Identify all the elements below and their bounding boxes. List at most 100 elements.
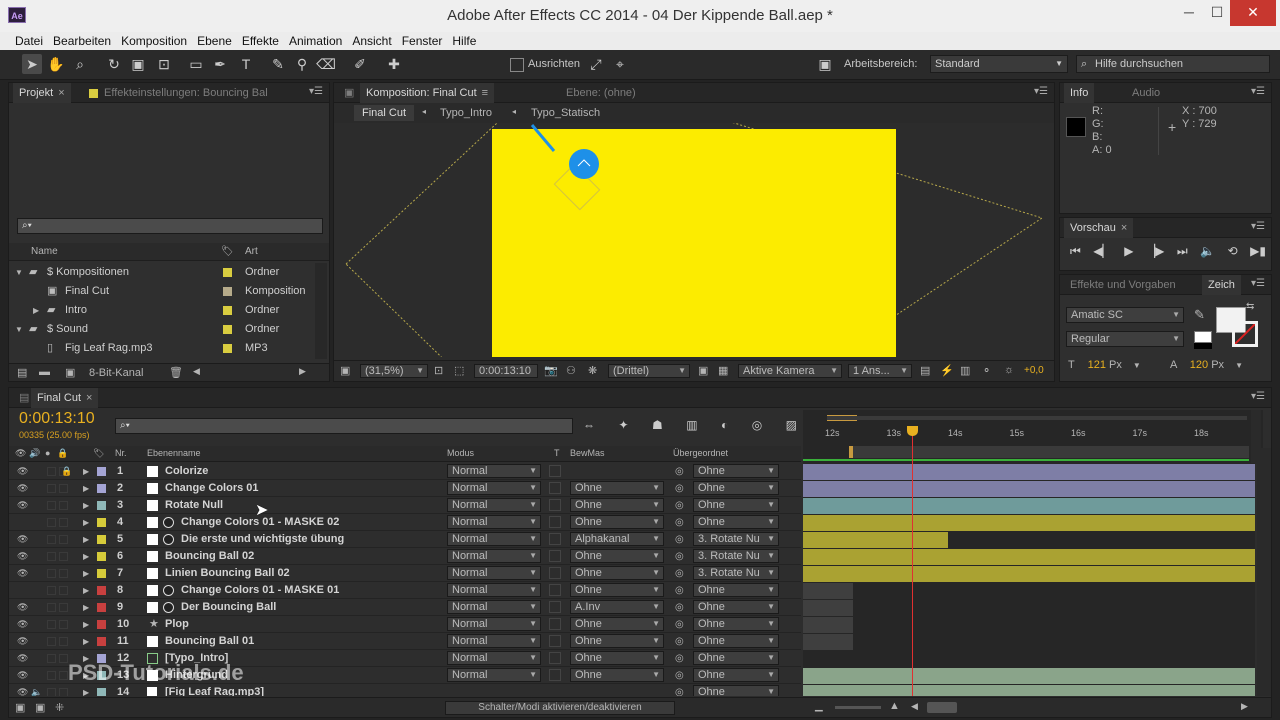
font-style-dropdown[interactable]: Regular ▼ [1066, 331, 1184, 347]
stroke-color-swatch[interactable] [1232, 321, 1258, 347]
menu-item-bearbeiten[interactable]: Bearbeiten [48, 32, 116, 50]
track-matte-dropdown[interactable]: Ohne ▼ [570, 583, 664, 597]
solo-toggle[interactable] [47, 535, 56, 544]
flowchart-icon[interactable]: ⚬ [982, 364, 991, 377]
preserve-transparency-toggle[interactable] [549, 533, 561, 545]
visibility-icon[interactable]: 👁 [17, 531, 28, 548]
mode-dropdown[interactable]: Normal ▼ [447, 600, 541, 614]
lock-icon[interactable]: 🔒 [57, 446, 68, 461]
region-of-interest-icon[interactable]: ▣ [698, 364, 708, 377]
audio-toggle-icon[interactable]: 🔊 [29, 446, 40, 461]
panel-menu-icon[interactable]: ▾☰ [1251, 391, 1265, 402]
visibility-icon[interactable]: 👁 [17, 650, 28, 667]
camera-dropdown[interactable]: Aktive Kamera ▼ [738, 364, 842, 378]
bouncing-ball[interactable] [569, 149, 599, 179]
fast-previews-icon[interactable]: ⚡ [940, 364, 954, 377]
eraser-tool-icon[interactable]: ⌫ [316, 54, 336, 74]
transparency-grid-icon[interactable]: ▦ [718, 364, 728, 377]
layer-duration-bar[interactable] [803, 549, 1255, 565]
solo-toggle[interactable] [47, 501, 56, 510]
views-dropdown[interactable]: 1 Ans... ▼ [848, 364, 912, 378]
fit-icon[interactable]: ⊡ [434, 364, 443, 377]
ram-preview-icon[interactable]: ▶▮ [1250, 244, 1266, 259]
project-item[interactable]: ▶ ▰ Intro Ordner [9, 301, 313, 320]
col-t[interactable]: T [554, 446, 560, 461]
label-swatch[interactable] [223, 268, 232, 277]
play-icon[interactable]: ▶ [1124, 244, 1133, 259]
parent-dropdown[interactable]: 3. Rotate Nu ▼ [693, 532, 779, 546]
layer-duration-bar[interactable] [803, 583, 853, 599]
toggle-pixel-aspect-icon[interactable]: ▤ [920, 364, 930, 377]
mode-dropdown[interactable]: Normal ▼ [447, 498, 541, 512]
panel-menu-icon[interactable]: ▾☰ [1034, 86, 1048, 97]
snap-target-icon[interactable]: ⌖ [610, 54, 630, 74]
roto-brush-tool-icon[interactable]: ✐ [350, 54, 370, 74]
project-item[interactable]: ▼ ▰ $ Kompositionen Ordner [9, 263, 313, 282]
tab-project[interactable]: Projekt × [13, 83, 71, 103]
swap-colors-icon[interactable]: ⇆ [1246, 301, 1254, 312]
playhead-handle[interactable] [907, 426, 918, 436]
project-item[interactable]: ▼ ▰ $ Sound Ordner [9, 320, 313, 339]
tab-info[interactable]: Info [1064, 83, 1095, 103]
solo-toggle[interactable] [47, 620, 56, 629]
layer-duration-bar[interactable] [803, 566, 1255, 582]
preserve-transparency-toggle[interactable] [549, 618, 561, 630]
col-mode[interactable]: Modus [447, 446, 474, 461]
layer-duration-bar[interactable] [803, 464, 1255, 480]
pick-whip-icon[interactable]: ◎ [675, 497, 684, 514]
panel-menu-icon[interactable]: ▾☰ [1251, 221, 1265, 232]
lock-toggle[interactable] [59, 484, 68, 493]
lock-icon[interactable]: ▣ [338, 83, 360, 103]
col-layer-name[interactable]: Ebenenname [147, 446, 201, 461]
col-name[interactable]: Name [31, 246, 58, 257]
rectangle-tool-icon[interactable]: ▭ [186, 54, 206, 74]
solo-toggle[interactable] [47, 467, 56, 476]
puppet-pin-tool-icon[interactable]: ✚ [384, 54, 404, 74]
breadcrumb-typo-statisch[interactable]: Typo_Statisch [531, 107, 600, 119]
layer-duration-bar[interactable] [803, 634, 853, 650]
layer-row[interactable]: 👁 ▶ 6 Bouncing Ball 02 Normal ▼ Ohne ▼ ◎ 3. Rotat… [9, 548, 801, 565]
breadcrumb-typo-intro[interactable]: Typo_Intro [440, 107, 492, 119]
layer-duration-bar[interactable] [803, 515, 1255, 531]
expand-arrow-icon[interactable]: ▶ [33, 301, 39, 320]
lock-toggle[interactable] [59, 637, 68, 646]
visibility-icon[interactable]: 👁 [17, 633, 28, 650]
panel-menu-icon[interactable]: ▾☰ [1251, 86, 1265, 97]
current-time-indicator[interactable] [912, 428, 913, 696]
toggle-switches-modes-button[interactable]: Schalter/Modi aktivieren/deaktivieren [445, 701, 675, 715]
white-swatch[interactable] [1194, 331, 1212, 343]
expand-arrow-icon[interactable]: ▶ [83, 548, 89, 565]
expand-arrow-icon[interactable]: ▶ [83, 582, 89, 599]
layer-duration-bar[interactable] [803, 498, 1255, 514]
mode-dropdown[interactable]: Normal ▼ [447, 532, 541, 546]
tab-character[interactable]: Zeich [1202, 275, 1241, 295]
leading-value[interactable]: 120 [1190, 359, 1208, 371]
layer-name[interactable]: Linien Bouncing Ball 02 [165, 565, 290, 582]
layer-row[interactable]: 👁▶9⌶Der Bouncing BallNormal▼A.Inv▼◎Ohne▼ [9, 599, 801, 616]
track-matte-dropdown[interactable]: A.Inv ▼ [570, 600, 664, 614]
snap-icon[interactable]: ⤢ [586, 54, 606, 74]
workspace-dropdown[interactable]: Standard ▼ [930, 55, 1068, 73]
eyedropper-icon[interactable]: ✎ [1194, 307, 1205, 323]
time-ruler[interactable]: 12s13s14s15s16s17s18s1 [803, 426, 1261, 446]
tab-final-cut[interactable]: Final Cut × [31, 388, 99, 408]
lock-toggle[interactable] [59, 603, 68, 612]
horizontal-scroll-thumb[interactable] [927, 702, 957, 713]
label-swatch[interactable] [97, 620, 106, 629]
preserve-transparency-toggle[interactable] [549, 584, 561, 596]
label-swatch[interactable] [223, 306, 232, 315]
parent-dropdown[interactable]: Ohne ▼ [693, 464, 779, 478]
panel-menu-icon[interactable]: ▾☰ [309, 86, 323, 97]
label-swatch[interactable] [97, 637, 106, 646]
menu-item-ebene[interactable]: Ebene [192, 32, 237, 50]
preserve-transparency-toggle[interactable] [549, 567, 561, 579]
layer-row[interactable]: ▶ 4 Change Colors 01 - MASKE 02 Normal ▼ Ohne… [9, 514, 801, 531]
pick-whip-icon[interactable]: ◎ [675, 582, 684, 599]
visibility-icon[interactable]: 👁 [17, 480, 28, 497]
solo-toggle[interactable] [47, 484, 56, 493]
track-matte-dropdown[interactable]: Ohne ▼ [570, 481, 664, 495]
parent-dropdown[interactable]: Ohne ▼ [693, 481, 779, 495]
menu-item-ansicht[interactable]: Ansicht [347, 32, 396, 50]
shy-icon[interactable]: ☗ [652, 418, 663, 432]
always-preview-icon[interactable]: ▣ [340, 364, 350, 377]
